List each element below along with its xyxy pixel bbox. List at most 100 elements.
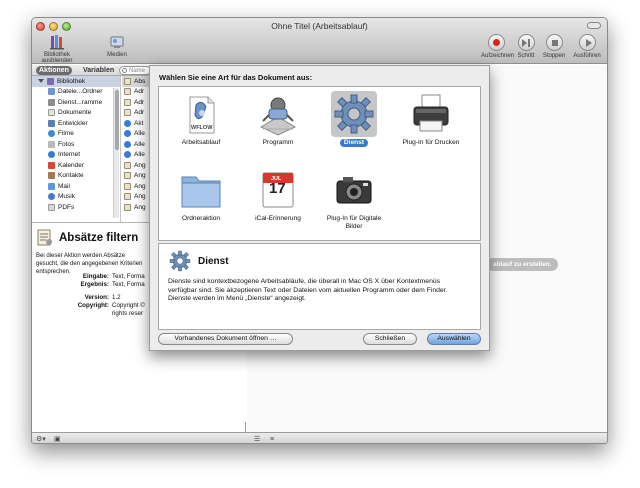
developer-icon <box>48 119 55 127</box>
library-item-files-folders[interactable]: Dateie...Ordner <box>32 87 120 98</box>
choose-button[interactable]: Auswählen <box>427 333 481 345</box>
doc-type-label: Plug-In für Digitale Bilder <box>326 215 382 230</box>
action-label: Ang <box>134 182 146 190</box>
doc-type-print-plugin[interactable]: Plug-In für Drucken <box>396 91 466 147</box>
media-button[interactable]: Medien <box>105 34 129 58</box>
library-item-calendar[interactable]: Kalender <box>32 160 120 171</box>
library-item-label: Fotos <box>58 140 75 148</box>
titlebar: Ohne Titel (Arbeitsablauf) Bibliothek au… <box>32 18 607 64</box>
library-item-label: Dienst...ramme <box>58 98 103 106</box>
action-label: Alle <box>134 130 145 138</box>
library-item-utilities[interactable]: Dienst...ramme <box>32 97 120 108</box>
library-item-label: Mail <box>58 182 70 190</box>
library-item-documents[interactable]: Dokumente <box>32 108 120 119</box>
action-icon <box>124 140 131 148</box>
doc-type-application[interactable]: Programm <box>243 91 313 147</box>
copyright-value: Copyright © <box>112 302 145 309</box>
stop-button[interactable]: Stoppen <box>540 34 568 59</box>
doc-type-image-capture-plugin[interactable]: Plug-In für Digitale Bilder <box>319 167 389 231</box>
disclosure-triangle-icon[interactable] <box>38 79 44 84</box>
bottom-bar: ⚙▾ ▣ ☰ ≡ <box>32 432 607 443</box>
gear-menu-icon[interactable]: ⚙▾ <box>36 436 46 443</box>
close-button[interactable]: Schließen <box>363 333 417 345</box>
action-label: Ang <box>134 172 146 180</box>
library-item-developer[interactable]: Entwickler <box>32 118 120 129</box>
action-label: Adr <box>134 98 145 106</box>
library-item-label: PDFs <box>58 203 75 211</box>
library-item-label: Filme <box>58 130 74 138</box>
copyright-label: Copyright: <box>77 302 109 309</box>
library-item-mail[interactable]: Mail <box>32 181 120 192</box>
action-icon <box>124 119 131 127</box>
doc-type-ical-alarm[interactable]: JUL 17 iCal-Erinnerung <box>243 167 313 223</box>
library-item-label: Dokumente <box>58 109 92 117</box>
library-item-label: Internet <box>58 151 81 159</box>
toolbar-toggle-button[interactable] <box>587 22 601 29</box>
record-label: Aufzeichnen <box>481 53 515 59</box>
description-toggle-icon[interactable]: ▣ <box>54 436 61 443</box>
library-item-music[interactable]: Musik <box>32 192 120 203</box>
columns-view-icon[interactable]: ≡ <box>270 436 274 443</box>
action-icon <box>124 193 131 201</box>
record-button[interactable]: Aufzeichnen <box>481 34 515 59</box>
media-label: Medien <box>107 52 127 58</box>
hide-library-button[interactable]: Bibliothek ausblenden <box>35 34 79 64</box>
action-label: Adr <box>134 88 145 96</box>
library-books-icon <box>50 35 64 50</box>
utilities-icon <box>48 98 55 106</box>
library-item-label: Bibliothek <box>57 77 86 85</box>
action-icon <box>124 77 131 85</box>
step-button[interactable]: Schritt <box>515 34 537 59</box>
sheet-prompt: Wählen Sie eine Art für das Dokument aus… <box>159 73 313 82</box>
result-row: Ergebnis: Text, Forma <box>36 281 145 288</box>
detail-text: Dienste sind kontextbezogene Arbeitsablä… <box>168 278 448 302</box>
search-icon <box>122 68 127 73</box>
input-value: Text, Forma <box>112 273 145 280</box>
action-icon <box>124 172 131 180</box>
tab-variables[interactable]: Variablen <box>80 66 117 75</box>
version-value: 1.2 <box>112 294 121 301</box>
library-category-list: Bibliothek Dateie...Ordner Dienst...ramm… <box>32 76 121 222</box>
library-item-photos[interactable]: Fotos <box>32 139 120 150</box>
library-item-label: Kalender <box>58 161 85 169</box>
action-icon <box>124 182 131 190</box>
run-button[interactable]: Ausführen <box>570 34 604 59</box>
input-label: Eingabe: <box>82 273 109 280</box>
camera-icon <box>336 177 372 204</box>
hide-library-label: Bibliothek ausblenden <box>41 52 73 64</box>
run-label: Ausführen <box>573 53 601 59</box>
action-label: Ang <box>134 161 146 169</box>
library-item-movies[interactable]: Filme <box>32 129 120 140</box>
document-type-sheet: Wählen Sie eine Art für das Dokument aus… <box>149 65 490 351</box>
doc-type-service[interactable]: Dienst <box>319 91 389 147</box>
doc-type-folder-action[interactable]: Ordneraktion <box>166 167 236 223</box>
action-icon <box>124 151 131 159</box>
library-scroll-thumb[interactable] <box>115 90 119 150</box>
printer-icon <box>413 94 449 132</box>
step-label: Schritt <box>517 53 535 59</box>
search-placeholder: Name <box>129 68 146 74</box>
doc-type-label: Plug-In für Drucken <box>402 139 460 146</box>
copyright-row-2: rights reser <box>36 310 143 317</box>
library-item-internet[interactable]: Internet <box>32 150 120 161</box>
result-value: Text, Forma <box>112 281 145 288</box>
action-icon <box>124 109 131 117</box>
photos-icon <box>48 140 55 148</box>
wflow-badge: WFLOW <box>191 125 213 131</box>
list-view-icon[interactable]: ☰ <box>254 436 260 443</box>
action-label: Adr <box>134 109 145 117</box>
library-item-contacts[interactable]: Kontakte <box>32 171 120 182</box>
library-item-label: Entwickler <box>58 119 88 127</box>
stop-label: Stoppen <box>542 53 566 59</box>
tab-actions[interactable]: Aktionen <box>36 66 72 75</box>
library-search-input[interactable]: Name <box>119 66 151 75</box>
action-icon <box>124 98 131 106</box>
action-label: Abs <box>134 77 146 85</box>
doc-type-workflow[interactable]: WFLOW Arbeitsablauf <box>166 91 236 147</box>
library-item-bibliothek[interactable]: Bibliothek <box>32 76 120 87</box>
library-item-pdfs[interactable]: PDFs <box>32 202 120 213</box>
record-icon <box>487 34 505 51</box>
library-scrollbar[interactable] <box>113 88 119 218</box>
open-existing-button[interactable]: Vorhandenes Dokument öffnen … <box>158 333 293 345</box>
documents-icon <box>48 109 55 117</box>
